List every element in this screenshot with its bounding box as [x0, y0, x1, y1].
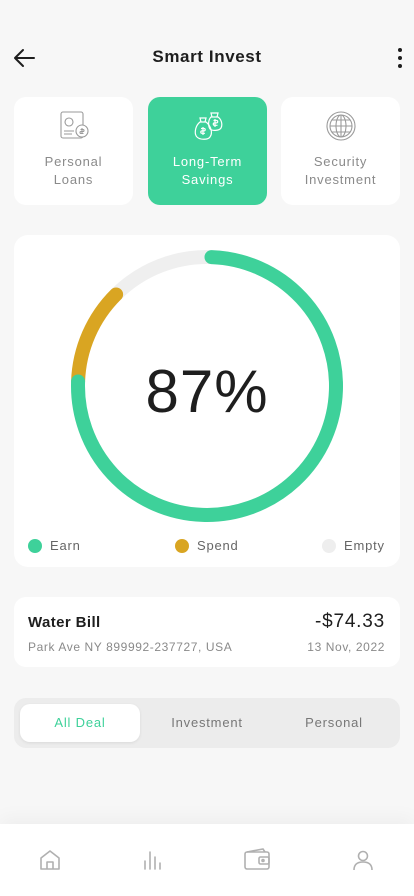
- chart-icon: [144, 851, 161, 870]
- nav-stats-button[interactable]: [138, 846, 166, 874]
- more-dot-icon: [398, 48, 402, 52]
- transaction-card[interactable]: Water Bill Park Ave NY 899992-237727, US…: [14, 597, 400, 667]
- nav-profile-button[interactable]: [349, 846, 377, 874]
- legend-dot-spend: [175, 538, 189, 553]
- tab-investment[interactable]: Investment: [144, 704, 270, 742]
- transaction-date: 13 Nov, 2022: [307, 640, 385, 654]
- globe-icon: [325, 111, 356, 141]
- tab-all-deal[interactable]: All Deal: [20, 704, 140, 742]
- legend-earn: Earn: [28, 538, 81, 553]
- category-long-term-savings[interactable]: Long-Term Savings: [148, 97, 267, 205]
- nav-home-button[interactable]: [36, 846, 64, 874]
- profile-icon: [353, 850, 373, 871]
- category-label: Personal Loans: [44, 154, 103, 187]
- transaction-address: Park Ave NY 899992-237727, USA: [28, 640, 233, 654]
- category-personal-loans[interactable]: Personal Loans: [14, 97, 133, 205]
- tab-personal[interactable]: Personal: [274, 704, 394, 742]
- transaction-amount: -$74.33: [314, 611, 385, 632]
- percent-label: 87%: [145, 358, 269, 425]
- nav-wallet-button[interactable]: [243, 846, 271, 874]
- category-label: Security Investment: [304, 154, 377, 187]
- savings-chart-card: 87% Earn Spend Empty: [14, 235, 400, 567]
- legend-spend: Spend: [175, 538, 239, 553]
- legend-label: Earn: [50, 538, 81, 553]
- money-bags-icon: [194, 112, 222, 140]
- more-dot-icon: [398, 56, 402, 60]
- category-security-investment[interactable]: Security Investment: [281, 97, 400, 205]
- category-label: Long-Term Savings: [172, 154, 243, 187]
- donut-segment-empty: [109, 250, 219, 302]
- header: Smart Invest: [0, 34, 414, 82]
- legend-empty: Empty: [322, 538, 385, 553]
- loan-cash-icon: [59, 111, 89, 139]
- deal-tabs: All Deal Investment Personal: [14, 698, 400, 748]
- legend-dot-empty: [322, 538, 336, 553]
- home-icon: [40, 850, 60, 870]
- category-selector: Personal Loans Long-Term Savings Securit…: [14, 97, 400, 205]
- bottom-navigation: [0, 824, 414, 896]
- legend-dot-earn: [28, 538, 42, 553]
- legend-label: Empty: [344, 538, 385, 553]
- transaction-name: Water Bill: [28, 614, 101, 631]
- more-options-button[interactable]: [392, 44, 408, 72]
- more-dot-icon: [398, 64, 402, 68]
- page-title: Smart Invest: [152, 47, 262, 66]
- legend-label: Spend: [197, 538, 239, 553]
- wallet-icon: [244, 848, 270, 870]
